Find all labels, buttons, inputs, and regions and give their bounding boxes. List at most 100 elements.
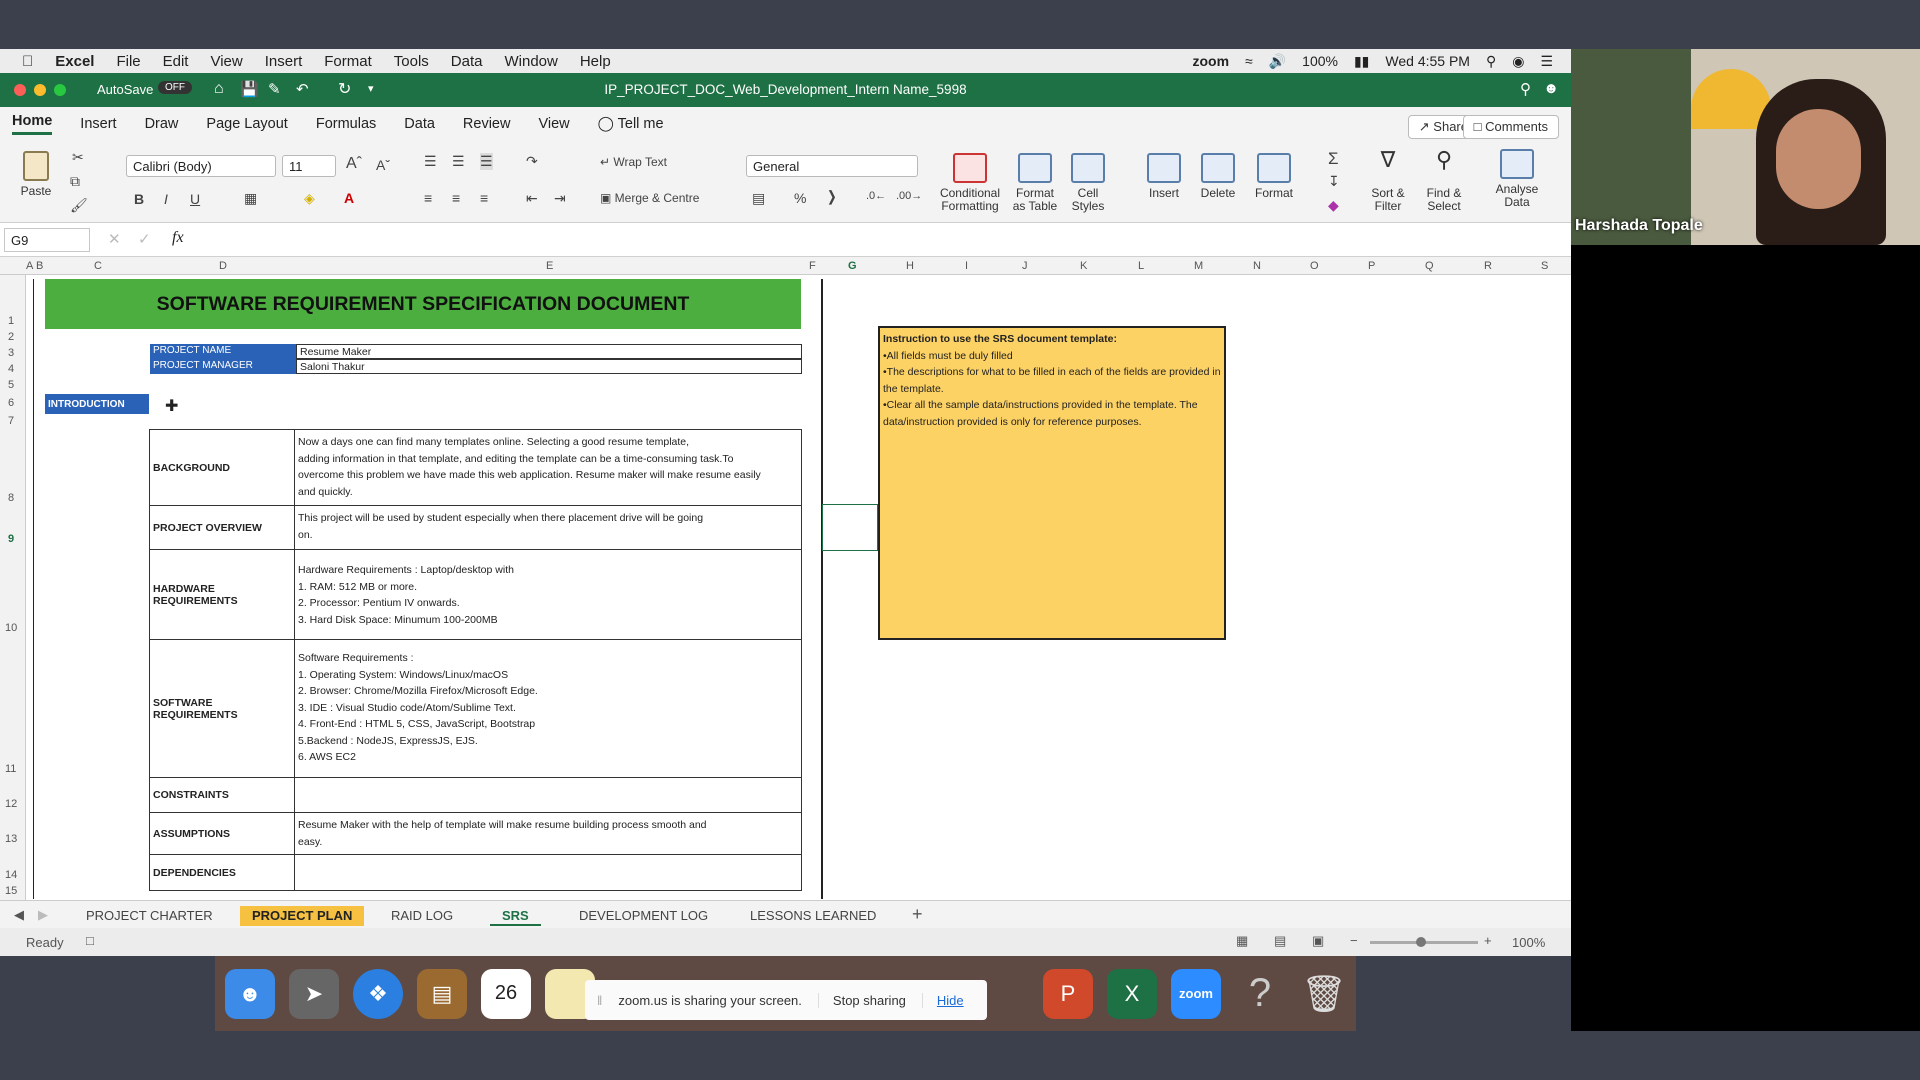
tab-view[interactable]: View — [538, 116, 569, 132]
col-header-c[interactable]: C — [94, 260, 102, 272]
menu-data[interactable]: Data — [451, 53, 483, 70]
project-manager-label[interactable]: PROJECT MANAGER — [150, 359, 296, 374]
underline-icon[interactable]: U — [190, 191, 200, 207]
decrease-decimal-icon[interactable]: .00→ — [896, 190, 922, 202]
tab-insert[interactable]: Insert — [80, 116, 116, 132]
find-select-button[interactable]: ⚲ Find & Select — [1418, 149, 1470, 213]
insert-cells-button[interactable]: Insert — [1140, 153, 1188, 200]
project-overview-label[interactable]: PROJECT OVERVIEW — [149, 505, 295, 550]
paste-button[interactable]: Paste — [14, 151, 58, 198]
formula-input[interactable] — [210, 231, 1510, 249]
trash-icon[interactable]: 🗑 — [1299, 969, 1349, 1019]
col-header-q[interactable]: Q — [1425, 260, 1434, 272]
help-icon[interactable]: ? — [1235, 969, 1285, 1019]
project-manager-value[interactable]: Saloni Thakur — [296, 359, 802, 374]
decrease-font-icon[interactable]: Aˇ — [376, 157, 390, 173]
row-header-2[interactable]: 2 — [8, 331, 14, 343]
powerpoint-icon[interactable]: P — [1043, 968, 1093, 1019]
col-header-n[interactable]: N — [1253, 260, 1261, 272]
increase-font-icon[interactable]: Aˆ — [346, 155, 362, 173]
calendar-icon[interactable]: 26 — [481, 968, 531, 1019]
instructions-note[interactable]: Instruction to use the SRS document temp… — [878, 326, 1226, 640]
tab-data[interactable]: Data — [404, 116, 435, 132]
col-header-j[interactable]: J — [1022, 260, 1028, 272]
search-icon[interactable]: ⚲ — [1520, 80, 1531, 98]
align-left-icon[interactable]: ≡ — [424, 190, 432, 206]
percent-icon[interactable]: % — [794, 190, 806, 206]
col-header-b[interactable]: B — [36, 260, 43, 272]
font-size-select[interactable]: 11 — [282, 155, 336, 177]
row-header-11[interactable]: 11 — [5, 763, 16, 775]
number-format-select[interactable]: General — [746, 155, 918, 177]
dependencies-value[interactable] — [294, 854, 802, 891]
align-top-icon[interactable]: ☰ — [424, 153, 437, 170]
prev-sheet-icon[interactable]: ◀ — [14, 907, 24, 923]
format-painter-icon[interactable]: 🖌 — [70, 197, 88, 214]
zoom-in-icon[interactable]: + — [1484, 933, 1492, 948]
row-header-14[interactable]: 14 — [5, 869, 17, 881]
menu-help[interactable]: Help — [580, 53, 611, 70]
borders-icon[interactable]: ▦ — [244, 190, 257, 207]
col-header-m[interactable]: M — [1194, 260, 1203, 272]
comma-style-icon[interactable]: ❭ — [826, 188, 838, 205]
srs-title-banner[interactable]: SOFTWARE REQUIREMENT SPECIFICATION DOCUM… — [45, 279, 801, 329]
row-header-6[interactable]: 6 — [8, 397, 14, 409]
stop-sharing-button[interactable]: Stop sharing — [817, 992, 906, 1008]
zoom-level[interactable]: 100% — [1512, 935, 1545, 950]
col-header-h[interactable]: H — [906, 260, 914, 272]
page-break-view-icon[interactable]: ▣ — [1312, 933, 1324, 949]
software-requirements-value[interactable]: Software Requirements : 1. Operating Sys… — [294, 639, 802, 778]
increase-decimal-icon[interactable]: .0← — [866, 190, 886, 202]
add-sheet-icon[interactable]: + — [912, 904, 923, 925]
background-label[interactable]: BACKGROUND — [149, 429, 295, 506]
sort-filter-button[interactable]: ∇ Sort & Filter — [1362, 149, 1414, 213]
row-header-1[interactable]: 1 — [8, 315, 14, 327]
row-header-7[interactable]: 7 — [8, 415, 14, 427]
col-header-i[interactable]: I — [965, 260, 968, 272]
sheet-tab-project-plan[interactable]: PROJECT PLAN — [240, 906, 365, 926]
col-header-a[interactable]: A — [26, 260, 33, 272]
row-header-12[interactable]: 12 — [5, 798, 17, 810]
menu-insert[interactable]: Insert — [265, 53, 303, 70]
bold-icon[interactable]: B — [134, 191, 144, 207]
wrap-text-button[interactable]: ↵ Wrap Text — [600, 155, 667, 169]
clear-icon[interactable]: ◆ — [1328, 197, 1339, 214]
row-header-3[interactable]: 3 — [8, 347, 14, 359]
row-header-13[interactable]: 13 — [5, 833, 17, 845]
font-name-select[interactable]: Calibri (Body) — [126, 155, 276, 177]
tab-formulas[interactable]: Formulas — [316, 116, 376, 132]
cancel-entry-icon[interactable]: ✕ — [108, 230, 121, 248]
conditional-formatting-button[interactable]: Conditional Formatting — [938, 153, 1002, 213]
row-header-8[interactable]: 8 — [8, 492, 14, 504]
apple-icon[interactable]:  — [22, 53, 33, 70]
align-right-icon[interactable]: ≡ — [480, 190, 488, 206]
macro-record-icon[interactable]: □ — [86, 933, 94, 948]
col-header-r[interactable]: R — [1484, 260, 1492, 272]
spotlight-search-icon[interactable]: ⚲ — [1486, 53, 1496, 70]
hardware-requirements-value[interactable]: Hardware Requirements : Laptop/desktop w… — [294, 549, 802, 640]
hide-button[interactable]: Hide — [921, 992, 964, 1008]
orientation-icon[interactable]: ↷ — [526, 153, 538, 170]
col-header-o[interactable]: O — [1310, 260, 1319, 272]
finder-icon[interactable]: ☻ — [225, 968, 275, 1019]
col-header-s[interactable]: S — [1541, 260, 1548, 272]
clock[interactable]: Wed 4:55 PM — [1385, 53, 1470, 69]
menu-tools[interactable]: Tools — [394, 53, 429, 70]
cell-styles-button[interactable]: Cell Styles — [1066, 153, 1110, 213]
confirm-entry-icon[interactable]: ✓ — [138, 230, 151, 248]
name-box[interactable]: G9 — [4, 228, 90, 252]
decrease-indent-icon[interactable]: ⇤ — [526, 190, 538, 207]
wifi-icon[interactable]: ≈ — [1245, 53, 1253, 69]
sheet-tab-raid-log[interactable]: RAID LOG — [379, 906, 465, 926]
safari-icon[interactable]: ❖ — [353, 968, 403, 1019]
next-sheet-icon[interactable]: ▶ — [38, 907, 48, 923]
align-middle-icon[interactable]: ☰ — [452, 153, 465, 170]
background-value[interactable]: Now a days one can find many templates o… — [294, 429, 802, 506]
introduction-label[interactable]: INTRODUCTION — [45, 394, 149, 414]
menu-window[interactable]: Window — [504, 53, 557, 70]
cut-icon[interactable]: ✂ — [72, 149, 84, 166]
fill-icon[interactable]: ↧ — [1328, 173, 1340, 190]
align-center-icon[interactable]: ≡ — [452, 190, 460, 206]
col-header-g[interactable]: G — [848, 260, 857, 272]
account-icon[interactable]: ☻ — [1543, 80, 1559, 97]
